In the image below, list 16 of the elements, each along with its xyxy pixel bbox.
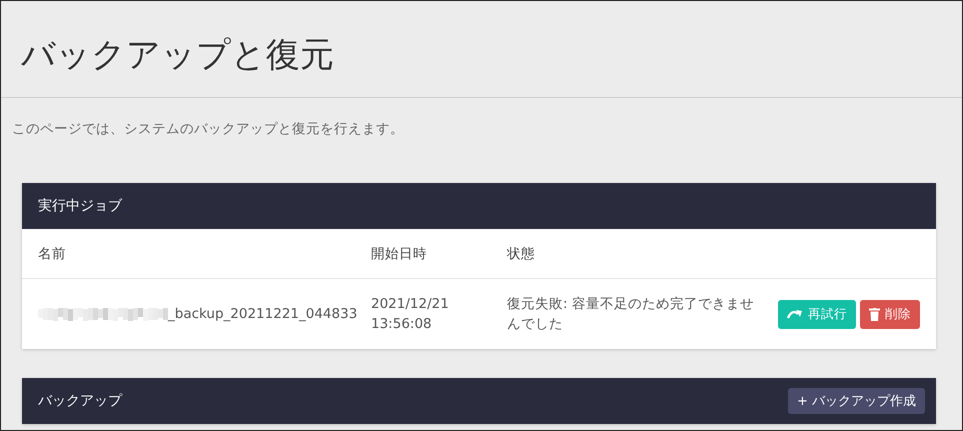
column-header: 状態	[507, 244, 536, 262]
redo-arrow-icon	[787, 309, 803, 319]
retry-button[interactable]: 再試行	[778, 300, 856, 328]
column-header: 名前	[38, 244, 67, 262]
table-cell-text: 13:56:08	[371, 315, 433, 334]
create-backup-button[interactable]: + バックアップ作成	[788, 388, 925, 414]
table-cell: _backup_20211221_044833	[168, 306, 358, 322]
delete-button[interactable]: 削除	[860, 300, 920, 328]
page-title: バックアップと復元	[20, 34, 335, 77]
card-title: 実行中ジョブ	[38, 197, 122, 215]
card-title: バックアップ	[38, 392, 122, 410]
table-cell-text: 2021/12/21	[371, 295, 450, 314]
table-cell-text: 復元失敗: 容量不足のため完了できませんでした	[507, 295, 755, 334]
trash-icon	[869, 308, 880, 320]
page-description: このページでは、システムのバックアップと復元を行えます。	[11, 120, 405, 139]
column-header: 開始日時	[371, 244, 428, 262]
